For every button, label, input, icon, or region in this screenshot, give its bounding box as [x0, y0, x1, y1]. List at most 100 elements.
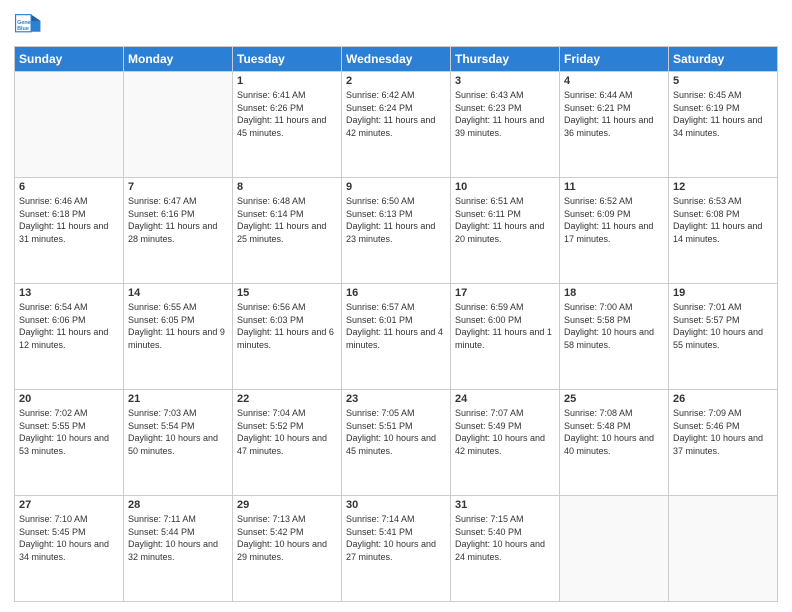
svg-text:Blue: Blue	[17, 26, 29, 32]
calendar-week-row: 6 Sunrise: 6:46 AM Sunset: 6:18 PM Daylig…	[15, 178, 778, 284]
day-info: Sunrise: 6:55 AM Sunset: 6:05 PM Dayligh…	[128, 301, 228, 351]
day-number: 23	[346, 393, 446, 405]
calendar-week-row: 1 Sunrise: 6:41 AM Sunset: 6:26 PM Daylig…	[15, 72, 778, 178]
day-number: 16	[346, 287, 446, 299]
day-info: Sunrise: 6:46 AM Sunset: 6:18 PM Dayligh…	[19, 195, 119, 245]
calendar-day-cell: 25 Sunrise: 7:08 AM Sunset: 5:48 PM Dayli…	[560, 390, 669, 496]
calendar-body: 1 Sunrise: 6:41 AM Sunset: 6:26 PM Daylig…	[15, 72, 778, 602]
calendar-day-cell: 8Sunrise: 6:48 AM Sunset: 6:14 PM Daylig…	[233, 178, 342, 284]
day-info: Sunrise: 7:15 AM Sunset: 5:40 PM Dayligh…	[455, 513, 555, 563]
calendar-day-cell: 21 Sunrise: 7:03 AM Sunset: 5:54 PM Dayli…	[124, 390, 233, 496]
calendar-week-row: 27 Sunrise: 7:10 AM Sunset: 5:45 PM Dayli…	[15, 496, 778, 602]
calendar-day-cell: 2Sunrise: 6:42 AM Sunset: 6:24 PM Daylig…	[342, 72, 451, 178]
day-number: 3	[455, 75, 555, 87]
day-number: 26	[673, 393, 773, 405]
calendar-day-cell: 27 Sunrise: 7:10 AM Sunset: 5:45 PM Dayli…	[15, 496, 124, 602]
logo-icon: General Blue	[14, 10, 42, 38]
day-number: 17	[455, 287, 555, 299]
day-number: 11	[564, 181, 664, 193]
day-info: Sunrise: 7:02 AM Sunset: 5:55 PM Dayligh…	[19, 407, 119, 457]
calendar-day-cell	[560, 496, 669, 602]
day-info: Sunrise: 6:56 AM Sunset: 6:03 PM Dayligh…	[237, 301, 337, 351]
day-number: 30	[346, 499, 446, 511]
calendar-day-cell: 18Sunrise: 7:00 AM Sunset: 5:58 PM Dayli…	[560, 284, 669, 390]
day-number: 28	[128, 499, 228, 511]
day-info: Sunrise: 7:01 AM Sunset: 5:57 PM Dayligh…	[673, 301, 773, 351]
calendar-week-row: 20 Sunrise: 7:02 AM Sunset: 5:55 PM Dayli…	[15, 390, 778, 496]
calendar-day-cell: 17 Sunrise: 6:59 AM Sunset: 6:00 PM Dayli…	[451, 284, 560, 390]
calendar-week-row: 13Sunrise: 6:54 AM Sunset: 6:06 PM Dayli…	[15, 284, 778, 390]
calendar-day-cell: 15 Sunrise: 6:56 AM Sunset: 6:03 PM Dayli…	[233, 284, 342, 390]
day-number: 19	[673, 287, 773, 299]
day-info: Sunrise: 6:51 AM Sunset: 6:11 PM Dayligh…	[455, 195, 555, 245]
weekday-header-cell: Thursday	[451, 47, 560, 72]
calendar-day-cell: 31 Sunrise: 7:15 AM Sunset: 5:40 PM Dayli…	[451, 496, 560, 602]
calendar-day-cell: 13Sunrise: 6:54 AM Sunset: 6:06 PM Dayli…	[15, 284, 124, 390]
day-info: Sunrise: 6:44 AM Sunset: 6:21 PM Dayligh…	[564, 89, 664, 139]
calendar-day-cell: 24Sunrise: 7:07 AM Sunset: 5:49 PM Dayli…	[451, 390, 560, 496]
day-number: 2	[346, 75, 446, 87]
day-info: Sunrise: 7:09 AM Sunset: 5:46 PM Dayligh…	[673, 407, 773, 457]
day-number: 27	[19, 499, 119, 511]
day-info: Sunrise: 6:52 AM Sunset: 6:09 PM Dayligh…	[564, 195, 664, 245]
day-info: Sunrise: 7:07 AM Sunset: 5:49 PM Dayligh…	[455, 407, 555, 457]
day-info: Sunrise: 6:41 AM Sunset: 6:26 PM Dayligh…	[237, 89, 337, 139]
day-number: 4	[564, 75, 664, 87]
calendar-day-cell: 3 Sunrise: 6:43 AM Sunset: 6:23 PM Daylig…	[451, 72, 560, 178]
day-info: Sunrise: 7:13 AM Sunset: 5:42 PM Dayligh…	[237, 513, 337, 563]
weekday-header-cell: Tuesday	[233, 47, 342, 72]
day-info: Sunrise: 7:04 AM Sunset: 5:52 PM Dayligh…	[237, 407, 337, 457]
day-number: 5	[673, 75, 773, 87]
day-number: 20	[19, 393, 119, 405]
calendar-day-cell: 16Sunrise: 6:57 AM Sunset: 6:01 PM Dayli…	[342, 284, 451, 390]
day-info: Sunrise: 6:48 AM Sunset: 6:14 PM Dayligh…	[237, 195, 337, 245]
calendar-day-cell: 9 Sunrise: 6:50 AM Sunset: 6:13 PM Daylig…	[342, 178, 451, 284]
day-number: 29	[237, 499, 337, 511]
calendar-day-cell: 10 Sunrise: 6:51 AM Sunset: 6:11 PM Dayli…	[451, 178, 560, 284]
calendar-day-cell: 12Sunrise: 6:53 AM Sunset: 6:08 PM Dayli…	[669, 178, 778, 284]
day-info: Sunrise: 6:45 AM Sunset: 6:19 PM Dayligh…	[673, 89, 773, 139]
calendar-day-cell: 30 Sunrise: 7:14 AM Sunset: 5:41 PM Dayli…	[342, 496, 451, 602]
day-info: Sunrise: 7:08 AM Sunset: 5:48 PM Dayligh…	[564, 407, 664, 457]
calendar-day-cell: 11 Sunrise: 6:52 AM Sunset: 6:09 PM Dayli…	[560, 178, 669, 284]
day-number: 22	[237, 393, 337, 405]
calendar-day-cell: 22 Sunrise: 7:04 AM Sunset: 5:52 PM Dayli…	[233, 390, 342, 496]
calendar-day-cell: 23 Sunrise: 7:05 AM Sunset: 5:51 PM Dayli…	[342, 390, 451, 496]
calendar-day-cell: 5 Sunrise: 6:45 AM Sunset: 6:19 PM Daylig…	[669, 72, 778, 178]
day-info: Sunrise: 6:50 AM Sunset: 6:13 PM Dayligh…	[346, 195, 446, 245]
day-info: Sunrise: 6:59 AM Sunset: 6:00 PM Dayligh…	[455, 301, 555, 351]
calendar-day-cell: 29 Sunrise: 7:13 AM Sunset: 5:42 PM Dayli…	[233, 496, 342, 602]
calendar-day-cell	[124, 72, 233, 178]
calendar-day-cell: 26 Sunrise: 7:09 AM Sunset: 5:46 PM Dayli…	[669, 390, 778, 496]
calendar-day-cell: 20 Sunrise: 7:02 AM Sunset: 5:55 PM Dayli…	[15, 390, 124, 496]
day-number: 13	[19, 287, 119, 299]
day-info: Sunrise: 7:14 AM Sunset: 5:41 PM Dayligh…	[346, 513, 446, 563]
calendar-day-cell: 6 Sunrise: 6:46 AM Sunset: 6:18 PM Daylig…	[15, 178, 124, 284]
calendar-day-cell	[15, 72, 124, 178]
day-number: 7	[128, 181, 228, 193]
day-number: 9	[346, 181, 446, 193]
day-number: 12	[673, 181, 773, 193]
weekday-header-row: SundayMondayTuesdayWednesdayThursdayFrid…	[15, 47, 778, 72]
day-number: 10	[455, 181, 555, 193]
svg-text:General: General	[17, 20, 38, 26]
day-number: 15	[237, 287, 337, 299]
day-info: Sunrise: 7:00 AM Sunset: 5:58 PM Dayligh…	[564, 301, 664, 351]
day-info: Sunrise: 7:05 AM Sunset: 5:51 PM Dayligh…	[346, 407, 446, 457]
day-number: 1	[237, 75, 337, 87]
day-info: Sunrise: 6:43 AM Sunset: 6:23 PM Dayligh…	[455, 89, 555, 139]
day-info: Sunrise: 7:11 AM Sunset: 5:44 PM Dayligh…	[128, 513, 228, 563]
day-number: 31	[455, 499, 555, 511]
day-number: 25	[564, 393, 664, 405]
day-number: 21	[128, 393, 228, 405]
calendar-day-cell: 7 Sunrise: 6:47 AM Sunset: 6:16 PM Daylig…	[124, 178, 233, 284]
weekday-header-cell: Wednesday	[342, 47, 451, 72]
weekday-header-cell: Monday	[124, 47, 233, 72]
day-info: Sunrise: 7:03 AM Sunset: 5:54 PM Dayligh…	[128, 407, 228, 457]
day-info: Sunrise: 7:10 AM Sunset: 5:45 PM Dayligh…	[19, 513, 119, 563]
calendar-day-cell: 1 Sunrise: 6:41 AM Sunset: 6:26 PM Daylig…	[233, 72, 342, 178]
day-number: 6	[19, 181, 119, 193]
calendar-day-cell	[669, 496, 778, 602]
day-info: Sunrise: 6:47 AM Sunset: 6:16 PM Dayligh…	[128, 195, 228, 245]
day-number: 14	[128, 287, 228, 299]
